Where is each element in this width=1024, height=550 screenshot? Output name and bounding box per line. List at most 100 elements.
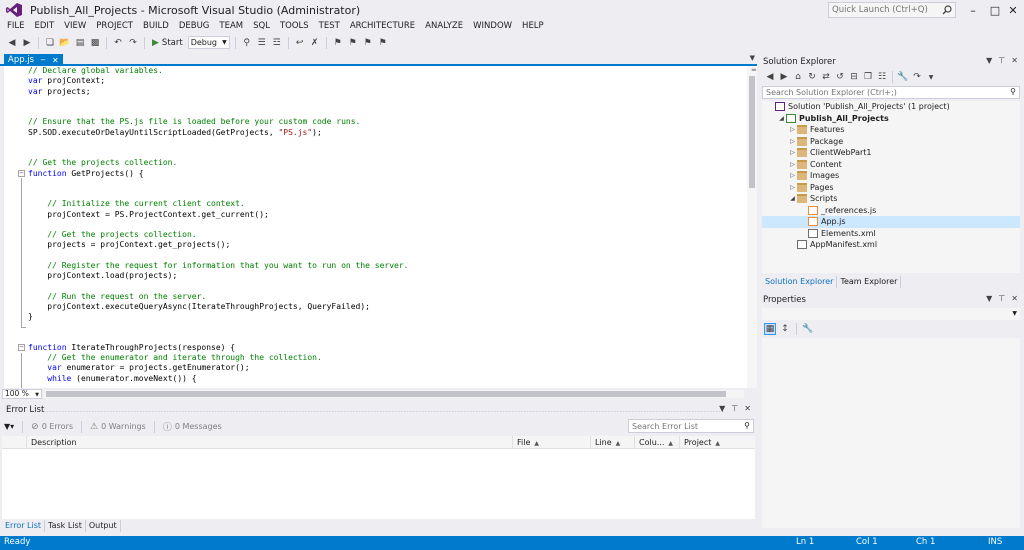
- tree-item[interactable]: ◢ Publish_All_Projects: [762, 113, 1020, 125]
- code-line[interactable]: [4, 251, 744, 261]
- pin-icon[interactable]: ⊤: [731, 404, 738, 413]
- close-icon[interactable]: ✕: [52, 56, 59, 65]
- code-line[interactable]: projContext.load(projects);: [4, 271, 744, 281]
- tree-item[interactable]: ▷ ClientWebPart1: [762, 147, 1020, 159]
- code-line[interactable]: // Get the enumerator and iterate throug…: [4, 353, 744, 363]
- pin-icon[interactable]: −: [40, 56, 46, 64]
- navigate-back-icon[interactable]: ◀: [6, 37, 18, 49]
- error-list-search-box[interactable]: ⚲: [628, 419, 754, 433]
- code-line[interactable]: while (enumerator.moveNext()) {: [4, 374, 744, 384]
- uncomment-icon[interactable]: ☲: [271, 37, 283, 49]
- quick-launch-box[interactable]: [828, 2, 956, 18]
- error-list-search-input[interactable]: [629, 420, 735, 432]
- back-icon[interactable]: ◀: [764, 71, 776, 83]
- expand-arrow-icon[interactable]: ▷: [788, 184, 797, 191]
- code-line[interactable]: var projects;: [4, 87, 744, 97]
- expand-arrow-icon[interactable]: ▷: [788, 172, 797, 179]
- messages-filter-button[interactable]: ⓘ 0 Messages: [163, 420, 222, 433]
- tab-team-explorer[interactable]: Team Explorer: [837, 276, 902, 288]
- expand-arrow-icon[interactable]: ▷: [788, 161, 797, 168]
- open-file-icon[interactable]: 📂: [59, 37, 71, 49]
- tab-task-list[interactable]: Task List: [45, 520, 86, 532]
- close-icon[interactable]: ✕: [744, 404, 751, 413]
- search-icon[interactable]: ⚲: [744, 421, 750, 430]
- redo-icon[interactable]: ↷: [127, 37, 139, 49]
- code-area[interactable]: // Declare global variables. var projCont…: [4, 66, 744, 388]
- menu-team[interactable]: TEAM: [214, 20, 248, 34]
- scrollbar-thumb[interactable]: [46, 391, 726, 397]
- close-icon[interactable]: ✕: [1011, 294, 1018, 303]
- errors-filter-button[interactable]: ⊘ 0 Errors: [31, 422, 73, 432]
- filter-icon[interactable]: ▼▾: [4, 422, 14, 431]
- search-icon[interactable]: ⚲: [1010, 87, 1016, 96]
- code-line[interactable]: [4, 281, 744, 291]
- menu-build[interactable]: BUILD: [138, 20, 174, 34]
- close-button[interactable]: ✕: [1002, 0, 1024, 20]
- column-header-file[interactable]: File ▲: [512, 436, 590, 449]
- warnings-filter-button[interactable]: ⚠ 0 Warnings: [90, 422, 146, 432]
- tab-solution-explorer[interactable]: Solution Explorer: [762, 276, 838, 288]
- chevron-down-icon[interactable]: ▼: [719, 404, 725, 413]
- properties-object-select[interactable]: ▼: [762, 308, 1020, 320]
- refresh-icon[interactable]: ↺: [834, 71, 846, 83]
- save-icon[interactable]: ▤: [74, 37, 86, 49]
- expand-arrow-icon[interactable]: ▷: [788, 138, 797, 145]
- minimize-button[interactable]: –: [962, 0, 984, 20]
- code-line[interactable]: [4, 97, 744, 107]
- bookmark-icon[interactable]: ⚑: [332, 37, 344, 49]
- column-header-project[interactable]: Project ▲: [679, 436, 755, 449]
- collapse-region-icon[interactable]: −: [18, 169, 25, 177]
- menu-help[interactable]: HELP: [517, 20, 549, 34]
- code-line[interactable]: projContext.executeQueryAsync(IterateThr…: [4, 302, 744, 312]
- pin-icon[interactable]: ⊤: [998, 294, 1005, 303]
- code-line[interactable]: // Get the projects collection.: [4, 158, 744, 168]
- step-into-icon[interactable]: ↩: [294, 37, 306, 49]
- menu-edit[interactable]: EDIT: [30, 20, 60, 34]
- chevron-down-icon[interactable]: ▼: [925, 71, 937, 83]
- property-pages-icon[interactable]: 🔧: [802, 323, 814, 335]
- tree-item[interactable]: ▷ Content: [762, 159, 1020, 171]
- categorized-icon[interactable]: ▦: [764, 323, 776, 335]
- code-editor[interactable]: // Declare global variables. var projCont…: [4, 66, 757, 388]
- solution-configuration-select[interactable]: Debug ▼: [187, 36, 230, 49]
- home-icon[interactable]: ⌂: [792, 71, 804, 83]
- code-line[interactable]: var enumerator = projects.getEnumerator(…: [4, 363, 744, 373]
- code-line[interactable]: [4, 107, 744, 117]
- tree-item[interactable]: ▷ Pages: [762, 182, 1020, 194]
- save-all-icon[interactable]: ▩: [89, 37, 101, 49]
- horizontal-scrollbar[interactable]: [44, 390, 744, 398]
- code-line[interactable]: // Register the request for information …: [4, 261, 744, 271]
- tab-error-list[interactable]: Error List: [2, 520, 46, 532]
- code-line[interactable]: [4, 333, 744, 343]
- code-line[interactable]: [4, 148, 744, 158]
- expand-arrow-icon[interactable]: ▷: [788, 149, 797, 156]
- code-line[interactable]: }: [4, 312, 744, 322]
- expand-arrow-icon[interactable]: ▷: [788, 126, 797, 133]
- quick-launch-input[interactable]: [829, 3, 937, 17]
- menu-debug[interactable]: DEBUG: [174, 20, 215, 34]
- collapse-region-icon[interactable]: −: [18, 343, 25, 351]
- menu-project[interactable]: PROJECT: [91, 20, 138, 34]
- code-line[interactable]: // Initialize the current client context…: [4, 199, 744, 209]
- error-list-grid[interactable]: Description File ▲ Line ▲ Colu... ▲ Project…: [2, 436, 755, 519]
- tree-item[interactable]: Solution 'Publish_All_Projects' (1 proje…: [762, 101, 1020, 113]
- code-line[interactable]: − function IterateThroughProjects(respons…: [4, 343, 744, 353]
- code-line[interactable]: [4, 138, 744, 148]
- code-line[interactable]: SP.SOD.executeOrDelayUntilScriptLoaded(G…: [4, 128, 744, 138]
- column-header-column[interactable]: Colu... ▲: [634, 436, 679, 449]
- menu-test[interactable]: TEST: [314, 20, 345, 34]
- solution-explorer-search-input[interactable]: [763, 87, 1003, 98]
- solution-explorer-search-box[interactable]: ⚲: [762, 86, 1020, 99]
- code-line[interactable]: var projContext;: [4, 76, 744, 86]
- code-line[interactable]: // Run the request on the server.: [4, 292, 744, 302]
- column-header-description[interactable]: Description: [26, 436, 512, 449]
- show-all-files-icon[interactable]: ❐: [862, 71, 874, 83]
- code-line[interactable]: [4, 322, 744, 332]
- clear-bookmarks-icon[interactable]: ⚑: [377, 37, 389, 49]
- close-icon[interactable]: ✕: [1011, 56, 1018, 65]
- tree-item[interactable]: _references.js: [762, 205, 1020, 217]
- menu-view[interactable]: VIEW: [59, 20, 91, 34]
- tab-app-js[interactable]: App.js − ✕: [4, 54, 63, 66]
- code-line[interactable]: // Get the projects collection.: [4, 230, 744, 240]
- tab-output[interactable]: Output: [86, 520, 121, 532]
